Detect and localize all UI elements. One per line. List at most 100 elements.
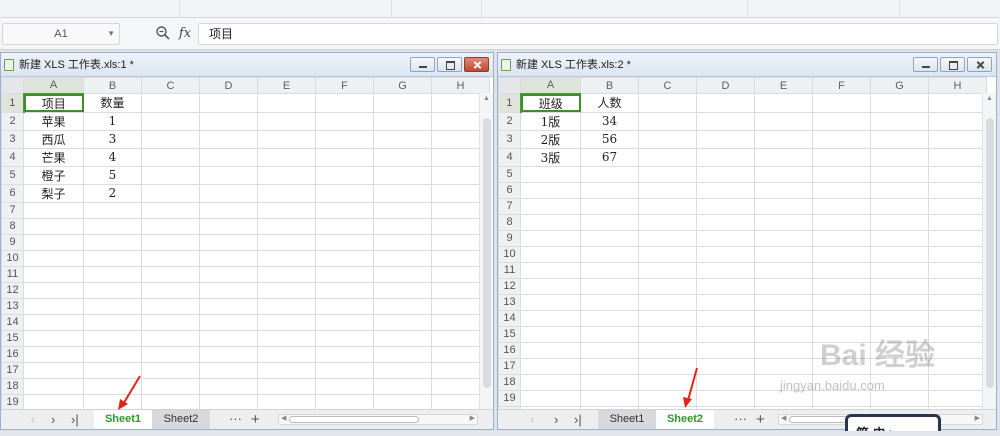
- cell-c16[interactable]: [638, 341, 697, 359]
- row-header[interactable]: 17: [1, 361, 24, 379]
- cell-c15[interactable]: [638, 325, 697, 343]
- cell-d11[interactable]: [696, 261, 755, 279]
- close-button[interactable]: [464, 57, 489, 72]
- scroll-up-icon[interactable]: ▲: [483, 95, 490, 102]
- cell-g1[interactable]: [870, 93, 929, 113]
- cell-b14[interactable]: [580, 309, 639, 327]
- cell-b8[interactable]: [580, 213, 639, 231]
- cell-d12[interactable]: [696, 277, 755, 295]
- more-sheets-button[interactable]: ···: [734, 411, 747, 426]
- cell-f3[interactable]: [315, 129, 374, 149]
- cell-g5[interactable]: [870, 165, 929, 183]
- cell-e8[interactable]: [754, 213, 813, 231]
- cell-b6[interactable]: [580, 181, 639, 199]
- row-header[interactable]: 8: [498, 213, 521, 231]
- cell-d9[interactable]: [696, 229, 755, 247]
- cell-a11[interactable]: [23, 265, 84, 283]
- cell-a6[interactable]: 梨子: [23, 183, 84, 203]
- column-header-d[interactable]: D: [199, 77, 258, 94]
- cell-a2[interactable]: 1版: [520, 111, 581, 131]
- column-header-f[interactable]: F: [315, 77, 374, 94]
- cell-c1[interactable]: [141, 93, 200, 113]
- column-header-b[interactable]: B: [83, 77, 142, 94]
- cell-c12[interactable]: [141, 281, 200, 299]
- cell-c7[interactable]: [638, 197, 697, 215]
- cell-d15[interactable]: [696, 325, 755, 343]
- cell-h11[interactable]: [928, 261, 987, 279]
- cell-d15[interactable]: [199, 329, 258, 347]
- cell-c15[interactable]: [141, 329, 200, 347]
- cell-d14[interactable]: [199, 313, 258, 331]
- cell-g6[interactable]: [373, 183, 432, 203]
- cell-f8[interactable]: [315, 217, 374, 235]
- row-header[interactable]: 5: [498, 165, 521, 183]
- scrollbar-thumb[interactable]: [483, 118, 491, 388]
- cell-a9[interactable]: [23, 233, 84, 251]
- tab-sheet1[interactable]: Sheet1: [94, 410, 152, 429]
- cell-e7[interactable]: [257, 201, 316, 219]
- cell-a8[interactable]: [23, 217, 84, 235]
- cell-g12[interactable]: [870, 277, 929, 295]
- next-sheet-button[interactable]: ›: [554, 412, 558, 427]
- spreadsheet-grid[interactable]: A B C D E F G H 1 项目 数量 2 苹果 1 3 西瓜 3 4 芒果 4 5 橙子 5 6 梨子 2 7 8 9 10 11…: [1, 77, 490, 427]
- minimize-button[interactable]: [913, 57, 938, 72]
- column-header-e[interactable]: E: [257, 77, 316, 94]
- cell-b4[interactable]: 4: [83, 147, 142, 167]
- cell-e5[interactable]: [754, 165, 813, 183]
- column-header-a[interactable]: A: [520, 77, 581, 95]
- cell-f8[interactable]: [812, 213, 871, 231]
- cell-f11[interactable]: [315, 265, 374, 283]
- cell-h13[interactable]: [928, 293, 987, 311]
- cell-d4[interactable]: [696, 147, 755, 167]
- cell-a5[interactable]: [520, 165, 581, 183]
- cell-d16[interactable]: [199, 345, 258, 363]
- cell-e6[interactable]: [257, 183, 316, 203]
- cell-e19[interactable]: [257, 393, 316, 411]
- row-header[interactable]: 7: [1, 201, 24, 219]
- cell-b9[interactable]: [83, 233, 142, 251]
- tab-sheet2[interactable]: Sheet2: [152, 410, 210, 429]
- cell-f1[interactable]: [812, 93, 871, 113]
- cell-c9[interactable]: [141, 233, 200, 251]
- cell-e10[interactable]: [754, 245, 813, 263]
- cell-f1[interactable]: [315, 93, 374, 113]
- cell-d7[interactable]: [696, 197, 755, 215]
- cell-c2[interactable]: [638, 111, 697, 131]
- row-header[interactable]: 19: [498, 389, 521, 407]
- cell-f19[interactable]: [315, 393, 374, 411]
- cell-a16[interactable]: [23, 345, 84, 363]
- row-header[interactable]: 11: [498, 261, 521, 279]
- cell-g11[interactable]: [373, 265, 432, 283]
- cell-d18[interactable]: [696, 373, 755, 391]
- formula-input[interactable]: 项目: [198, 23, 998, 45]
- row-header[interactable]: 3: [1, 129, 24, 149]
- row-header[interactable]: 12: [1, 281, 24, 299]
- row-header[interactable]: 18: [1, 377, 24, 395]
- cell-g3[interactable]: [373, 129, 432, 149]
- scroll-up-icon[interactable]: ▲: [986, 95, 993, 102]
- cell-d14[interactable]: [696, 309, 755, 327]
- cell-e2[interactable]: [754, 111, 813, 131]
- cell-g11[interactable]: [870, 261, 929, 279]
- row-header[interactable]: 15: [1, 329, 24, 347]
- cell-c7[interactable]: [141, 201, 200, 219]
- cell-e12[interactable]: [754, 277, 813, 295]
- first-sheet-button[interactable]: ‹: [530, 412, 534, 427]
- fx-icon[interactable]: fx: [176, 25, 194, 43]
- cell-c14[interactable]: [638, 309, 697, 327]
- cell-g4[interactable]: [373, 147, 432, 167]
- cell-e17[interactable]: [257, 361, 316, 379]
- cell-h10[interactable]: [928, 245, 987, 263]
- horizontal-scrollbar[interactable]: ◀ ▶: [278, 414, 478, 425]
- cell-g4[interactable]: [870, 147, 929, 167]
- cell-a15[interactable]: [23, 329, 84, 347]
- column-header-c[interactable]: C: [141, 77, 200, 94]
- cell-a14[interactable]: [23, 313, 84, 331]
- cell-a2[interactable]: 苹果: [23, 111, 84, 131]
- cell-b8[interactable]: [83, 217, 142, 235]
- cell-e3[interactable]: [754, 129, 813, 149]
- cell-e3[interactable]: [257, 129, 316, 149]
- cell-b3[interactable]: 3: [83, 129, 142, 149]
- cell-c6[interactable]: [638, 181, 697, 199]
- cell-f3[interactable]: [812, 129, 871, 149]
